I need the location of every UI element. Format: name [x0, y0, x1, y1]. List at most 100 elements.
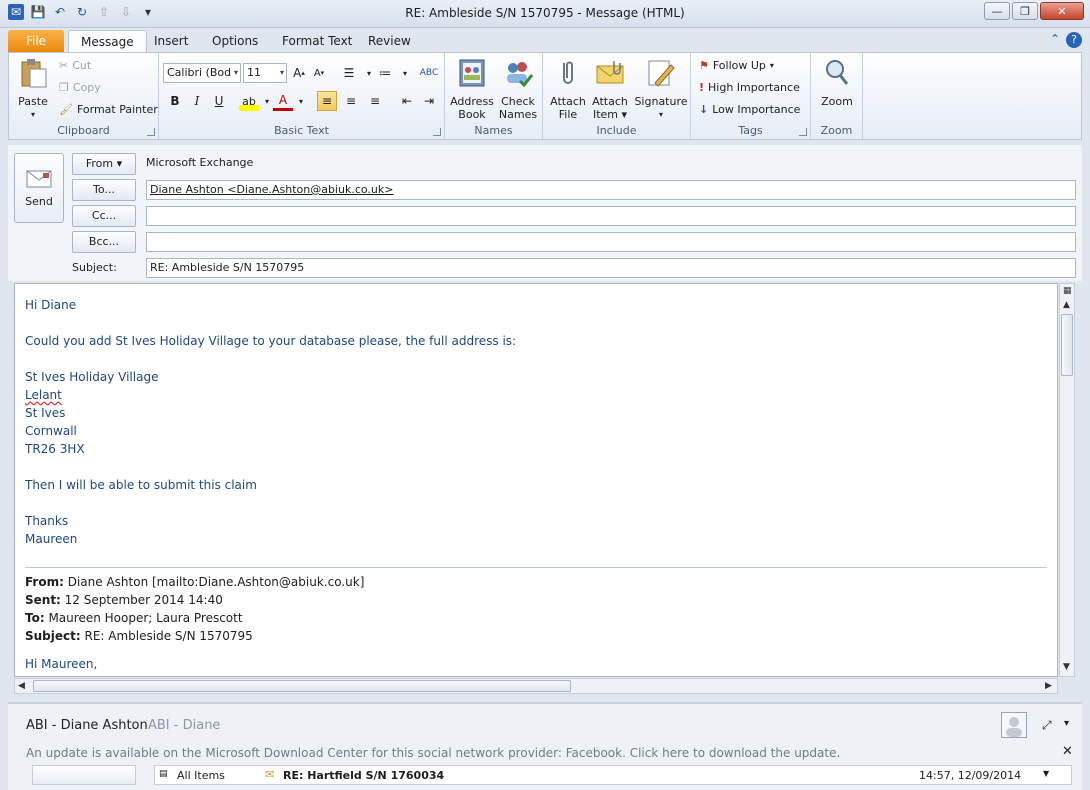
- clipboard-launcher-icon[interactable]: [147, 128, 155, 136]
- font-color-icon[interactable]: A: [273, 91, 293, 111]
- numbering-dropdown-icon[interactable]: ▾: [395, 63, 415, 83]
- names-group: Address Book Check Names Names: [445, 53, 543, 139]
- from-button[interactable]: From ▾: [72, 153, 136, 175]
- grow-font-icon[interactable]: A ▴: [289, 63, 309, 83]
- send-envelope-icon: [26, 170, 52, 188]
- collapse-ribbon-icon[interactable]: ⌃: [1050, 32, 1060, 48]
- thanks-line: Thanks: [25, 514, 69, 528]
- font-color-dropdown-icon[interactable]: ▾: [291, 91, 311, 111]
- magnifier-icon: [826, 60, 849, 85]
- signature-button[interactable]: Signature ▾: [633, 57, 689, 121]
- tab-insert[interactable]: Insert: [142, 30, 200, 52]
- exclamation-icon: !: [699, 81, 705, 94]
- close-button[interactable]: ✕: [1040, 2, 1084, 20]
- person-icon: [1006, 717, 1022, 737]
- scroll-down-icon[interactable]: ▼: [1063, 662, 1070, 672]
- cc-field[interactable]: [146, 206, 1076, 226]
- font-name-combo[interactable]: Calibri (Bod ▾: [163, 63, 241, 83]
- address-book-icon: [459, 59, 485, 87]
- people-name[interactable]: ABI - Diane Ashton: [26, 718, 148, 733]
- italic-icon[interactable]: I: [187, 91, 207, 111]
- align-center-icon[interactable]: ≡: [341, 91, 361, 111]
- ruler-toggle-icon[interactable]: ▦: [1063, 286, 1072, 296]
- address-book-button[interactable]: Address Book: [449, 57, 495, 121]
- decrease-indent-icon[interactable]: ⇤: [397, 91, 417, 111]
- send-button[interactable]: Send: [14, 153, 64, 223]
- shrink-font-icon[interactable]: A ▾: [309, 63, 329, 83]
- minimize-button[interactable]: —: [984, 2, 1010, 20]
- paste-icon: [21, 59, 47, 88]
- closing-line: Then I will be able to submit this claim: [25, 478, 257, 492]
- vertical-scrollbar[interactable]: ▦ ▲ ▼: [1059, 283, 1075, 677]
- scissors-icon: ✂: [59, 59, 69, 72]
- quoted-header: From: Diane Ashton [mailto:Diane.Ashton@…: [25, 575, 365, 643]
- dismiss-update-icon[interactable]: ✕: [1062, 744, 1073, 759]
- attach-item-button[interactable]: Attach Item ▾: [589, 57, 631, 121]
- high-importance-button[interactable]: ! High Importance: [699, 81, 800, 94]
- font-size-combo[interactable]: 11 ▾: [243, 63, 287, 83]
- filter-all-items[interactable]: All Items: [177, 769, 225, 782]
- attach-file-button[interactable]: Attach File: [547, 57, 589, 121]
- increase-indent-icon[interactable]: ⇥: [419, 91, 439, 111]
- horizontal-scrollbar[interactable]: ◀ ▶: [14, 678, 1058, 694]
- restore-button[interactable]: ❐: [1012, 2, 1038, 20]
- align-right-icon[interactable]: ≡: [365, 91, 385, 111]
- scroll-left-icon[interactable]: ◀: [18, 681, 25, 691]
- align-left-icon[interactable]: ≡: [317, 91, 337, 111]
- tab-options[interactable]: Options: [200, 30, 270, 52]
- tab-format-text[interactable]: Format Text: [270, 30, 364, 52]
- basic-text-group: Calibri (Bod ▾ 11 ▾ A ▴ A ▾ ☰ ▾ ≔ ▾ ABC B I …: [159, 53, 445, 139]
- expand-pane-icon[interactable]: ⤢: [1042, 718, 1052, 733]
- scroll-right-icon[interactable]: ▶: [1045, 681, 1052, 691]
- help-icon[interactable]: ?: [1066, 32, 1082, 48]
- zoom-group: Zoom Zoom: [811, 53, 863, 139]
- window-title: RE: Ambleside S/N 1570795 - Message (HTM…: [405, 6, 685, 20]
- title-bar: ✉ 💾 ↶ ↻ ⇧ ⇩ ▾ RE: Ambleside S/N 1570795 …: [0, 0, 1090, 28]
- to-button[interactable]: To...: [72, 179, 136, 201]
- paste-button[interactable]: Paste ▾: [13, 57, 53, 121]
- reply-text: Hi Diane Could you add St Ives Holiday V…: [25, 296, 1045, 548]
- paintbrush-icon: 🖌: [59, 103, 73, 116]
- people-pane-tab[interactable]: [32, 765, 136, 785]
- to-field[interactable]: Diane Ashton <Diane.Ashton@abiuk.co.uk>: [146, 180, 1076, 200]
- zoom-button[interactable]: Zoom: [815, 57, 859, 108]
- cc-button[interactable]: Cc...: [72, 205, 136, 227]
- clipboard-label: Clipboard: [57, 124, 110, 137]
- bold-icon[interactable]: B: [165, 91, 185, 111]
- horizontal-scroll-thumb[interactable]: [33, 680, 571, 692]
- bullets-icon[interactable]: ☰: [339, 63, 359, 83]
- tab-review[interactable]: Review: [356, 30, 423, 52]
- basic-text-launcher-icon[interactable]: [433, 128, 441, 136]
- subject-field[interactable]: RE: Ambleside S/N 1570795: [146, 258, 1076, 278]
- cut-button[interactable]: ✂ Cut: [59, 59, 91, 72]
- follow-up-button[interactable]: ⚑ Follow Up ▾: [699, 59, 774, 72]
- quote-separator: [25, 567, 1047, 568]
- avatar[interactable]: [1001, 712, 1027, 738]
- highlight-icon[interactable]: ab: [239, 91, 259, 111]
- copy-button[interactable]: ❐ Copy: [59, 81, 101, 94]
- pane-menu-icon[interactable]: ▾: [1064, 718, 1069, 729]
- numbering-icon[interactable]: ≔: [375, 63, 395, 83]
- names-label: Names: [474, 124, 513, 137]
- activity-scroll-icon[interactable]: ▼: [1043, 769, 1049, 778]
- update-notice[interactable]: An update is available on the Microsoft …: [26, 746, 840, 760]
- bcc-field[interactable]: [146, 232, 1076, 252]
- activity-item-subject[interactable]: RE: Hartfield S/N 1760034: [283, 769, 444, 782]
- ribbon-tabs: File Message Insert Options Format Text …: [0, 28, 1090, 52]
- check-names-button[interactable]: Check Names: [495, 57, 541, 121]
- to-recipient[interactable]: Diane Ashton <Diane.Ashton@abiuk.co.uk>: [150, 183, 393, 196]
- scroll-up-icon[interactable]: ▲: [1063, 300, 1070, 310]
- down-arrow-icon: ↓: [699, 103, 709, 116]
- tags-launcher-icon[interactable]: [799, 128, 807, 136]
- tab-file[interactable]: File: [8, 30, 64, 52]
- vertical-scroll-thumb[interactable]: [1061, 314, 1073, 376]
- activity-item-time: 14:57, 12/09/2014: [919, 769, 1022, 782]
- clear-formatting-icon[interactable]: ABC: [419, 63, 439, 83]
- message-body[interactable]: Hi Diane Could you add St Ives Holiday V…: [14, 283, 1058, 677]
- format-painter-button[interactable]: 🖌 Format Painter: [59, 103, 158, 116]
- tab-message[interactable]: Message: [68, 30, 147, 52]
- include-group: Attach File Attach Item ▾ Signature ▾ In…: [543, 53, 691, 139]
- underline-icon[interactable]: U: [209, 91, 229, 111]
- bcc-button[interactable]: Bcc...: [72, 231, 136, 253]
- low-importance-button[interactable]: ↓ Low Importance: [699, 103, 800, 116]
